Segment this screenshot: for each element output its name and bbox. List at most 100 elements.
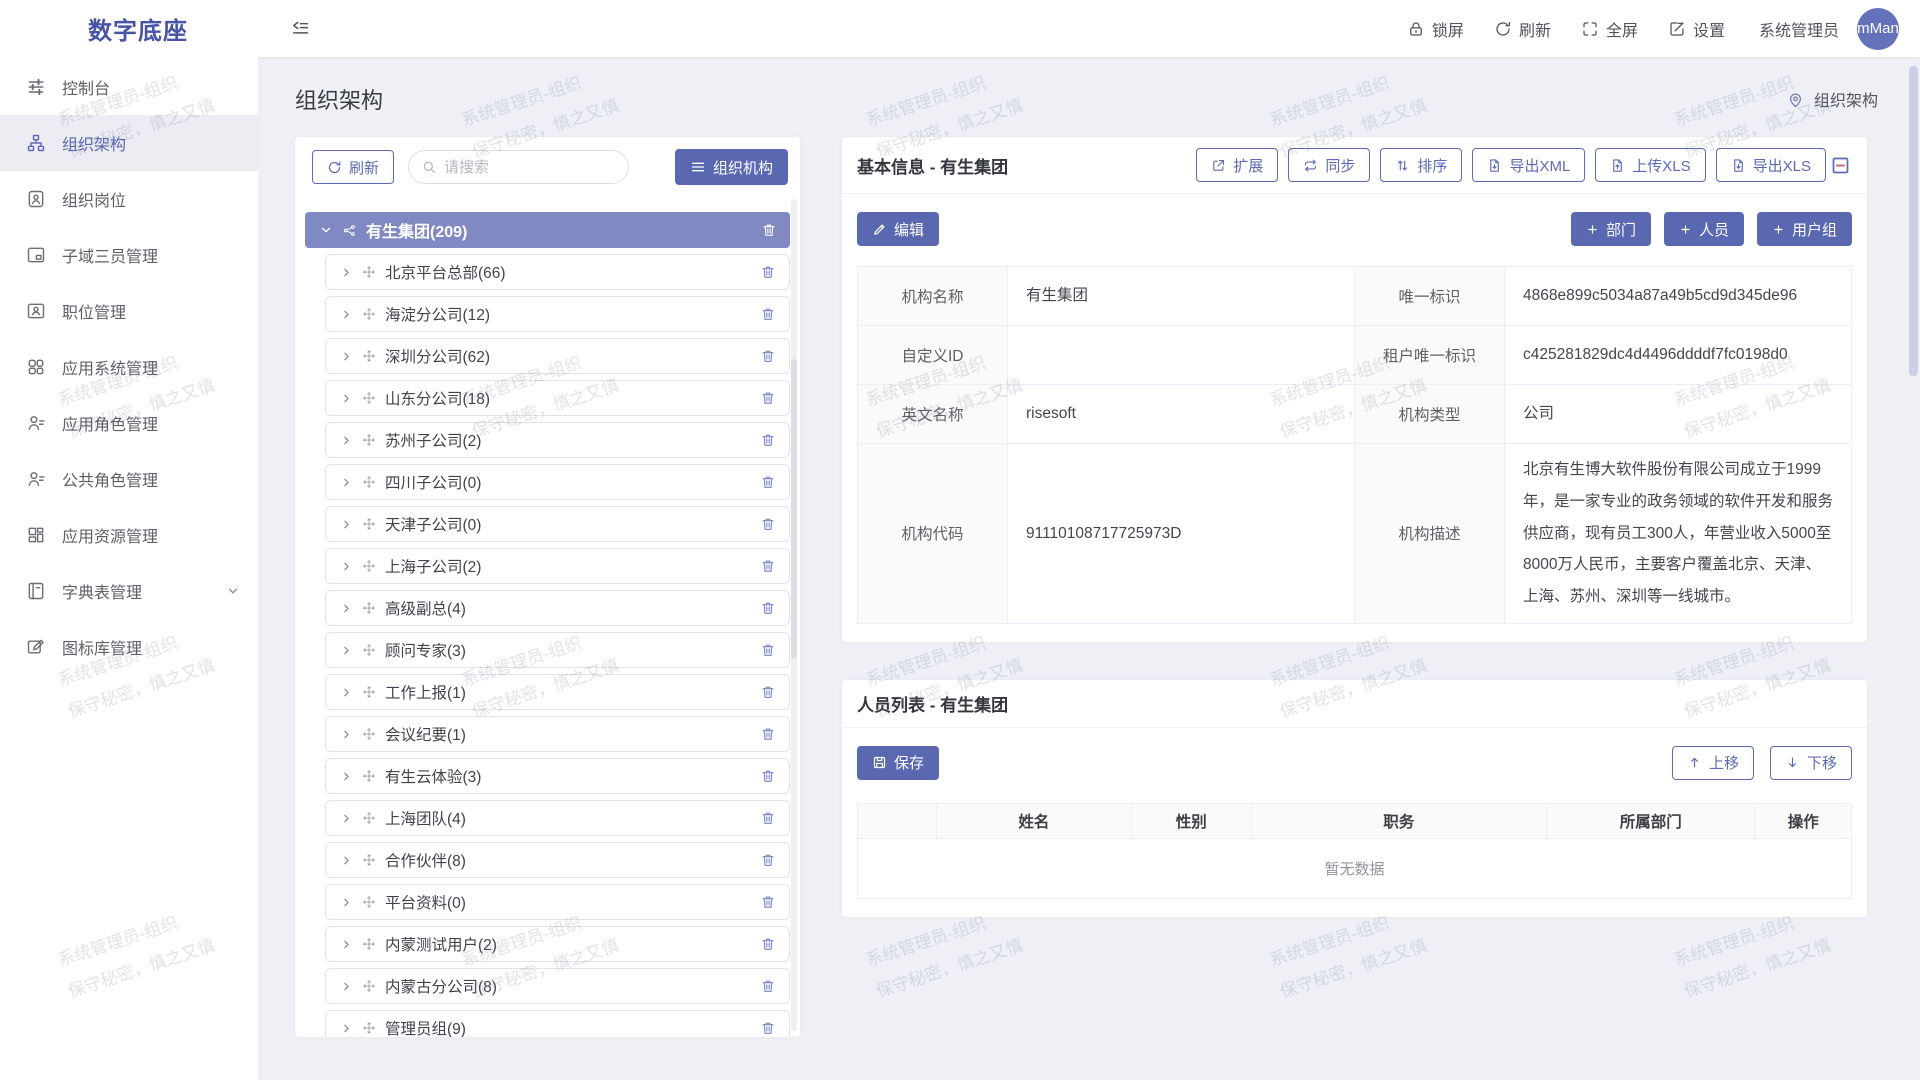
trash-icon[interactable]	[760, 600, 776, 616]
trash-icon[interactable]	[760, 852, 776, 868]
chevron-right-icon[interactable]	[340, 854, 353, 867]
topbar-refresh-button[interactable]: 刷新	[1494, 17, 1551, 41]
sidebar-item-org-structure[interactable]: 组织架构	[0, 115, 258, 171]
tree-node[interactable]: 内蒙古分公司(8)	[325, 968, 790, 1004]
sort-button[interactable]: 排序	[1380, 148, 1462, 182]
chevron-right-icon[interactable]	[340, 308, 353, 321]
drag-handle-icon[interactable]	[362, 349, 376, 363]
chevron-right-icon[interactable]	[340, 518, 353, 531]
chevron-right-icon[interactable]	[340, 602, 353, 615]
chevron-right-icon[interactable]	[340, 896, 353, 909]
drag-handle-icon[interactable]	[362, 517, 376, 531]
chevron-right-icon[interactable]	[340, 770, 353, 783]
save-button[interactable]: 保存	[857, 746, 939, 780]
drag-handle-icon[interactable]	[362, 727, 376, 741]
tree-node[interactable]: 上海子公司(2)	[325, 548, 790, 584]
trash-icon[interactable]	[760, 264, 776, 280]
tree-node[interactable]: 会议纪要(1)	[325, 716, 790, 752]
tree-node[interactable]: 有生云体验(3)	[325, 758, 790, 794]
sidebar-item-subdomain-admin[interactable]: 子域三员管理	[0, 227, 258, 283]
chevron-right-icon[interactable]	[340, 392, 353, 405]
tree-search-input[interactable]	[444, 159, 616, 176]
chevron-right-icon[interactable]	[340, 812, 353, 825]
edit-button[interactable]: 编辑	[857, 212, 939, 246]
move-up-button[interactable]: 上移	[1672, 746, 1754, 780]
tree-node[interactable]: 管理员组(9)	[325, 1010, 790, 1037]
tree-node[interactable]: 上海团队(4)	[325, 800, 790, 836]
tree-node[interactable]: 工作上报(1)	[325, 674, 790, 710]
sidebar-item-position-mgmt[interactable]: 职位管理	[0, 283, 258, 339]
trash-icon[interactable]	[760, 768, 776, 784]
tree-node[interactable]: 四川子公司(0)	[325, 464, 790, 500]
trash-icon[interactable]	[760, 894, 776, 910]
org-agency-button[interactable]: 组织机构	[675, 149, 788, 185]
trash-icon[interactable]	[760, 978, 776, 994]
add-department-button[interactable]: 部门	[1571, 212, 1651, 246]
drag-handle-icon[interactable]	[362, 895, 376, 909]
drag-handle-icon[interactable]	[362, 1021, 376, 1035]
chevron-right-icon[interactable]	[340, 938, 353, 951]
tree-node[interactable]: 平台资料(0)	[325, 884, 790, 920]
drag-handle-icon[interactable]	[362, 433, 376, 447]
drag-handle-icon[interactable]	[362, 811, 376, 825]
drag-handle-icon[interactable]	[362, 643, 376, 657]
drag-handle-icon[interactable]	[362, 601, 376, 615]
sidebar-item-public-role-mgmt[interactable]: 公共角色管理	[0, 451, 258, 507]
tree-root-node[interactable]: 有生集团(209)	[305, 212, 790, 248]
trash-icon[interactable]	[760, 642, 776, 658]
topbar-lock-screen-button[interactable]: 锁屏	[1407, 17, 1464, 41]
drag-handle-icon[interactable]	[362, 475, 376, 489]
drag-handle-icon[interactable]	[362, 685, 376, 699]
sidebar-item-app-resource-mgmt[interactable]: 应用资源管理	[0, 507, 258, 563]
expand-button[interactable]: 扩展	[1196, 148, 1278, 182]
trash-icon[interactable]	[760, 936, 776, 952]
drag-handle-icon[interactable]	[362, 391, 376, 405]
drag-handle-icon[interactable]	[362, 769, 376, 783]
drag-handle-icon[interactable]	[362, 853, 376, 867]
topbar-settings-button[interactable]: 设置	[1668, 17, 1725, 41]
tree-scrollbar[interactable]	[791, 199, 797, 1031]
trash-icon[interactable]	[760, 726, 776, 742]
trash-icon[interactable]	[760, 432, 776, 448]
tree-node[interactable]: 深圳分公司(62)	[325, 338, 790, 374]
export-xls-button[interactable]: 导出XLS	[1716, 148, 1826, 182]
sidebar-item-org-post[interactable]: 组织岗位	[0, 171, 258, 227]
tree-node[interactable]: 山东分公司(18)	[325, 380, 790, 416]
topbar-fullscreen-button[interactable]: 全屏	[1581, 17, 1638, 41]
tree-node[interactable]: 北京平台总部(66)	[325, 254, 790, 290]
tree-node[interactable]: 天津子公司(0)	[325, 506, 790, 542]
tree-refresh-button[interactable]: 刷新	[312, 150, 394, 184]
collapse-panel-icon[interactable]	[1830, 155, 1851, 176]
add-person-button[interactable]: 人员	[1664, 212, 1744, 246]
page-scrollbar[interactable]	[1909, 60, 1918, 1076]
upload-xls-button[interactable]: 上传XLS	[1595, 148, 1705, 182]
tree-node[interactable]: 内蒙测试用户(2)	[325, 926, 790, 962]
chevron-right-icon[interactable]	[340, 686, 353, 699]
current-user-name[interactable]: 系统管理员	[1759, 17, 1839, 41]
trash-icon[interactable]	[760, 810, 776, 826]
sync-button[interactable]: 同步	[1288, 148, 1370, 182]
drag-handle-icon[interactable]	[362, 937, 376, 951]
trash-icon[interactable]	[761, 222, 777, 238]
trash-icon[interactable]	[760, 516, 776, 532]
sidebar-item-app-system-mgmt[interactable]: 应用系统管理	[0, 339, 258, 395]
trash-icon[interactable]	[760, 558, 776, 574]
chevron-right-icon[interactable]	[340, 476, 353, 489]
sidebar-item-dict-table-mgmt[interactable]: 字典表管理	[0, 563, 258, 619]
chevron-right-icon[interactable]	[340, 1022, 353, 1035]
sidebar-item-app-role-mgmt[interactable]: 应用角色管理	[0, 395, 258, 451]
tree-node[interactable]: 苏州子公司(2)	[325, 422, 790, 458]
chevron-right-icon[interactable]	[340, 644, 353, 657]
trash-icon[interactable]	[760, 306, 776, 322]
chevron-right-icon[interactable]	[340, 350, 353, 363]
tree-node[interactable]: 高级副总(4)	[325, 590, 790, 626]
trash-icon[interactable]	[760, 474, 776, 490]
drag-handle-icon[interactable]	[362, 265, 376, 279]
trash-icon[interactable]	[760, 684, 776, 700]
tree-node[interactable]: 海淀分公司(12)	[325, 296, 790, 332]
sidebar-item-console[interactable]: 控制台	[0, 59, 258, 115]
trash-icon[interactable]	[760, 348, 776, 364]
sidebar-item-icon-lib-mgmt[interactable]: 图标库管理	[0, 619, 258, 675]
chevron-right-icon[interactable]	[340, 434, 353, 447]
export-xml-button[interactable]: 导出XML	[1472, 148, 1585, 182]
